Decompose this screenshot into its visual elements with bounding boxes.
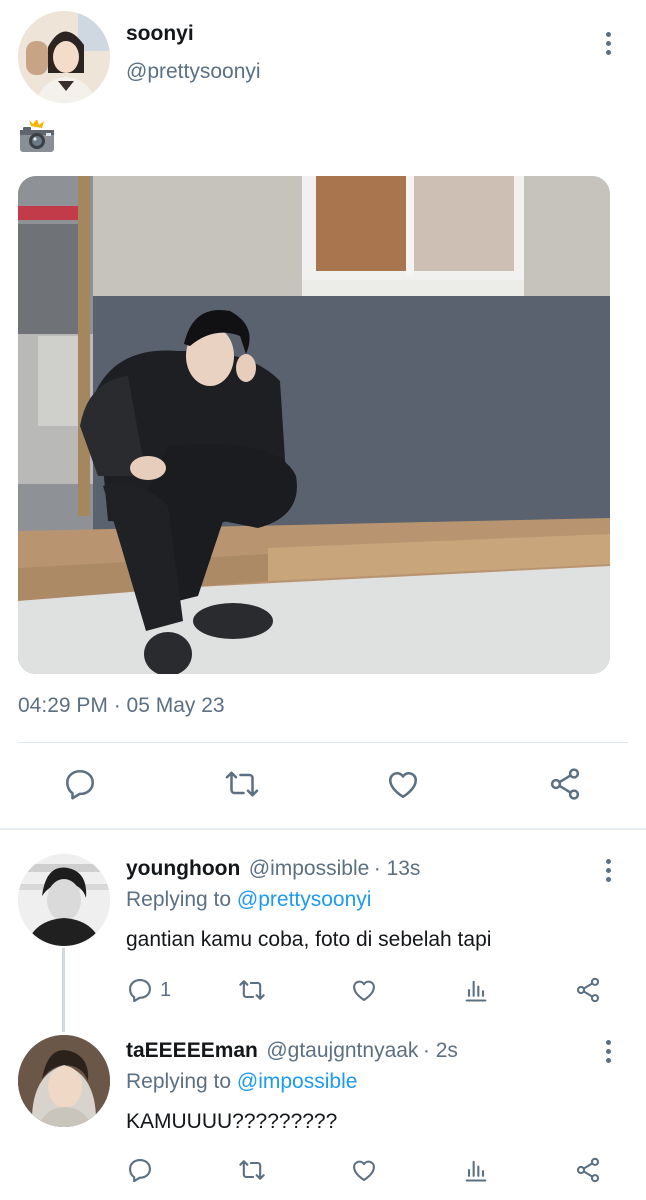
thread-line [62,948,65,1032]
reply-time: · 13s [373,857,421,880]
like-icon[interactable] [385,766,421,802]
author-handle[interactable]: @prettysoonyi [126,60,261,84]
camera-emoji-icon [19,119,55,154]
reply-text: gantian kamu coba, foto di sebelah tapi [126,928,492,951]
reply-display-name[interactable]: younghoon [126,857,240,880]
reply-avatar[interactable] [18,854,110,946]
replying-to-label: Replying to [126,888,232,911]
reply-icon[interactable] [126,1156,154,1184]
tweet-photo[interactable] [18,176,610,674]
reply-time: · 2s [422,1039,458,1062]
reply-text: KAMUUUU????????? [126,1110,338,1133]
replying-to-label: Replying to [126,1070,232,1093]
reply-handle[interactable]: @impossible [249,857,370,880]
tweet-timestamp[interactable]: 04:29 PM · 05 May 23 [18,694,225,718]
retweet-icon[interactable] [237,1156,267,1184]
analytics-icon[interactable] [462,1156,490,1184]
share-icon[interactable] [574,1156,602,1184]
more-options-icon[interactable] [596,28,620,58]
replying-to-link[interactable]: @prettysoonyi [237,888,372,911]
analytics-icon[interactable] [462,976,490,1004]
reply-handle[interactable]: @gtaujgntnyaak [266,1039,418,1062]
more-options-icon[interactable] [596,1036,620,1066]
reply-display-name[interactable]: taEEEEEman [126,1039,258,1062]
more-options-icon[interactable] [596,855,620,885]
divider [0,828,646,830]
author-avatar[interactable] [18,11,110,103]
divider [18,742,628,743]
retweet-icon[interactable] [223,766,261,802]
reply-icon [126,976,154,1004]
share-icon[interactable] [574,976,602,1004]
share-icon[interactable] [547,766,583,802]
author-display-name[interactable]: soonyi [126,22,194,46]
reply-avatar[interactable] [18,1035,110,1127]
retweet-icon[interactable] [237,976,267,1004]
like-icon[interactable] [350,1156,378,1184]
reply-icon[interactable] [62,766,98,802]
reply-button[interactable]: 1 [126,976,171,1004]
reply-count: 1 [160,978,172,1001]
like-icon[interactable] [350,976,378,1004]
replying-to-link[interactable]: @impossible [237,1070,358,1093]
